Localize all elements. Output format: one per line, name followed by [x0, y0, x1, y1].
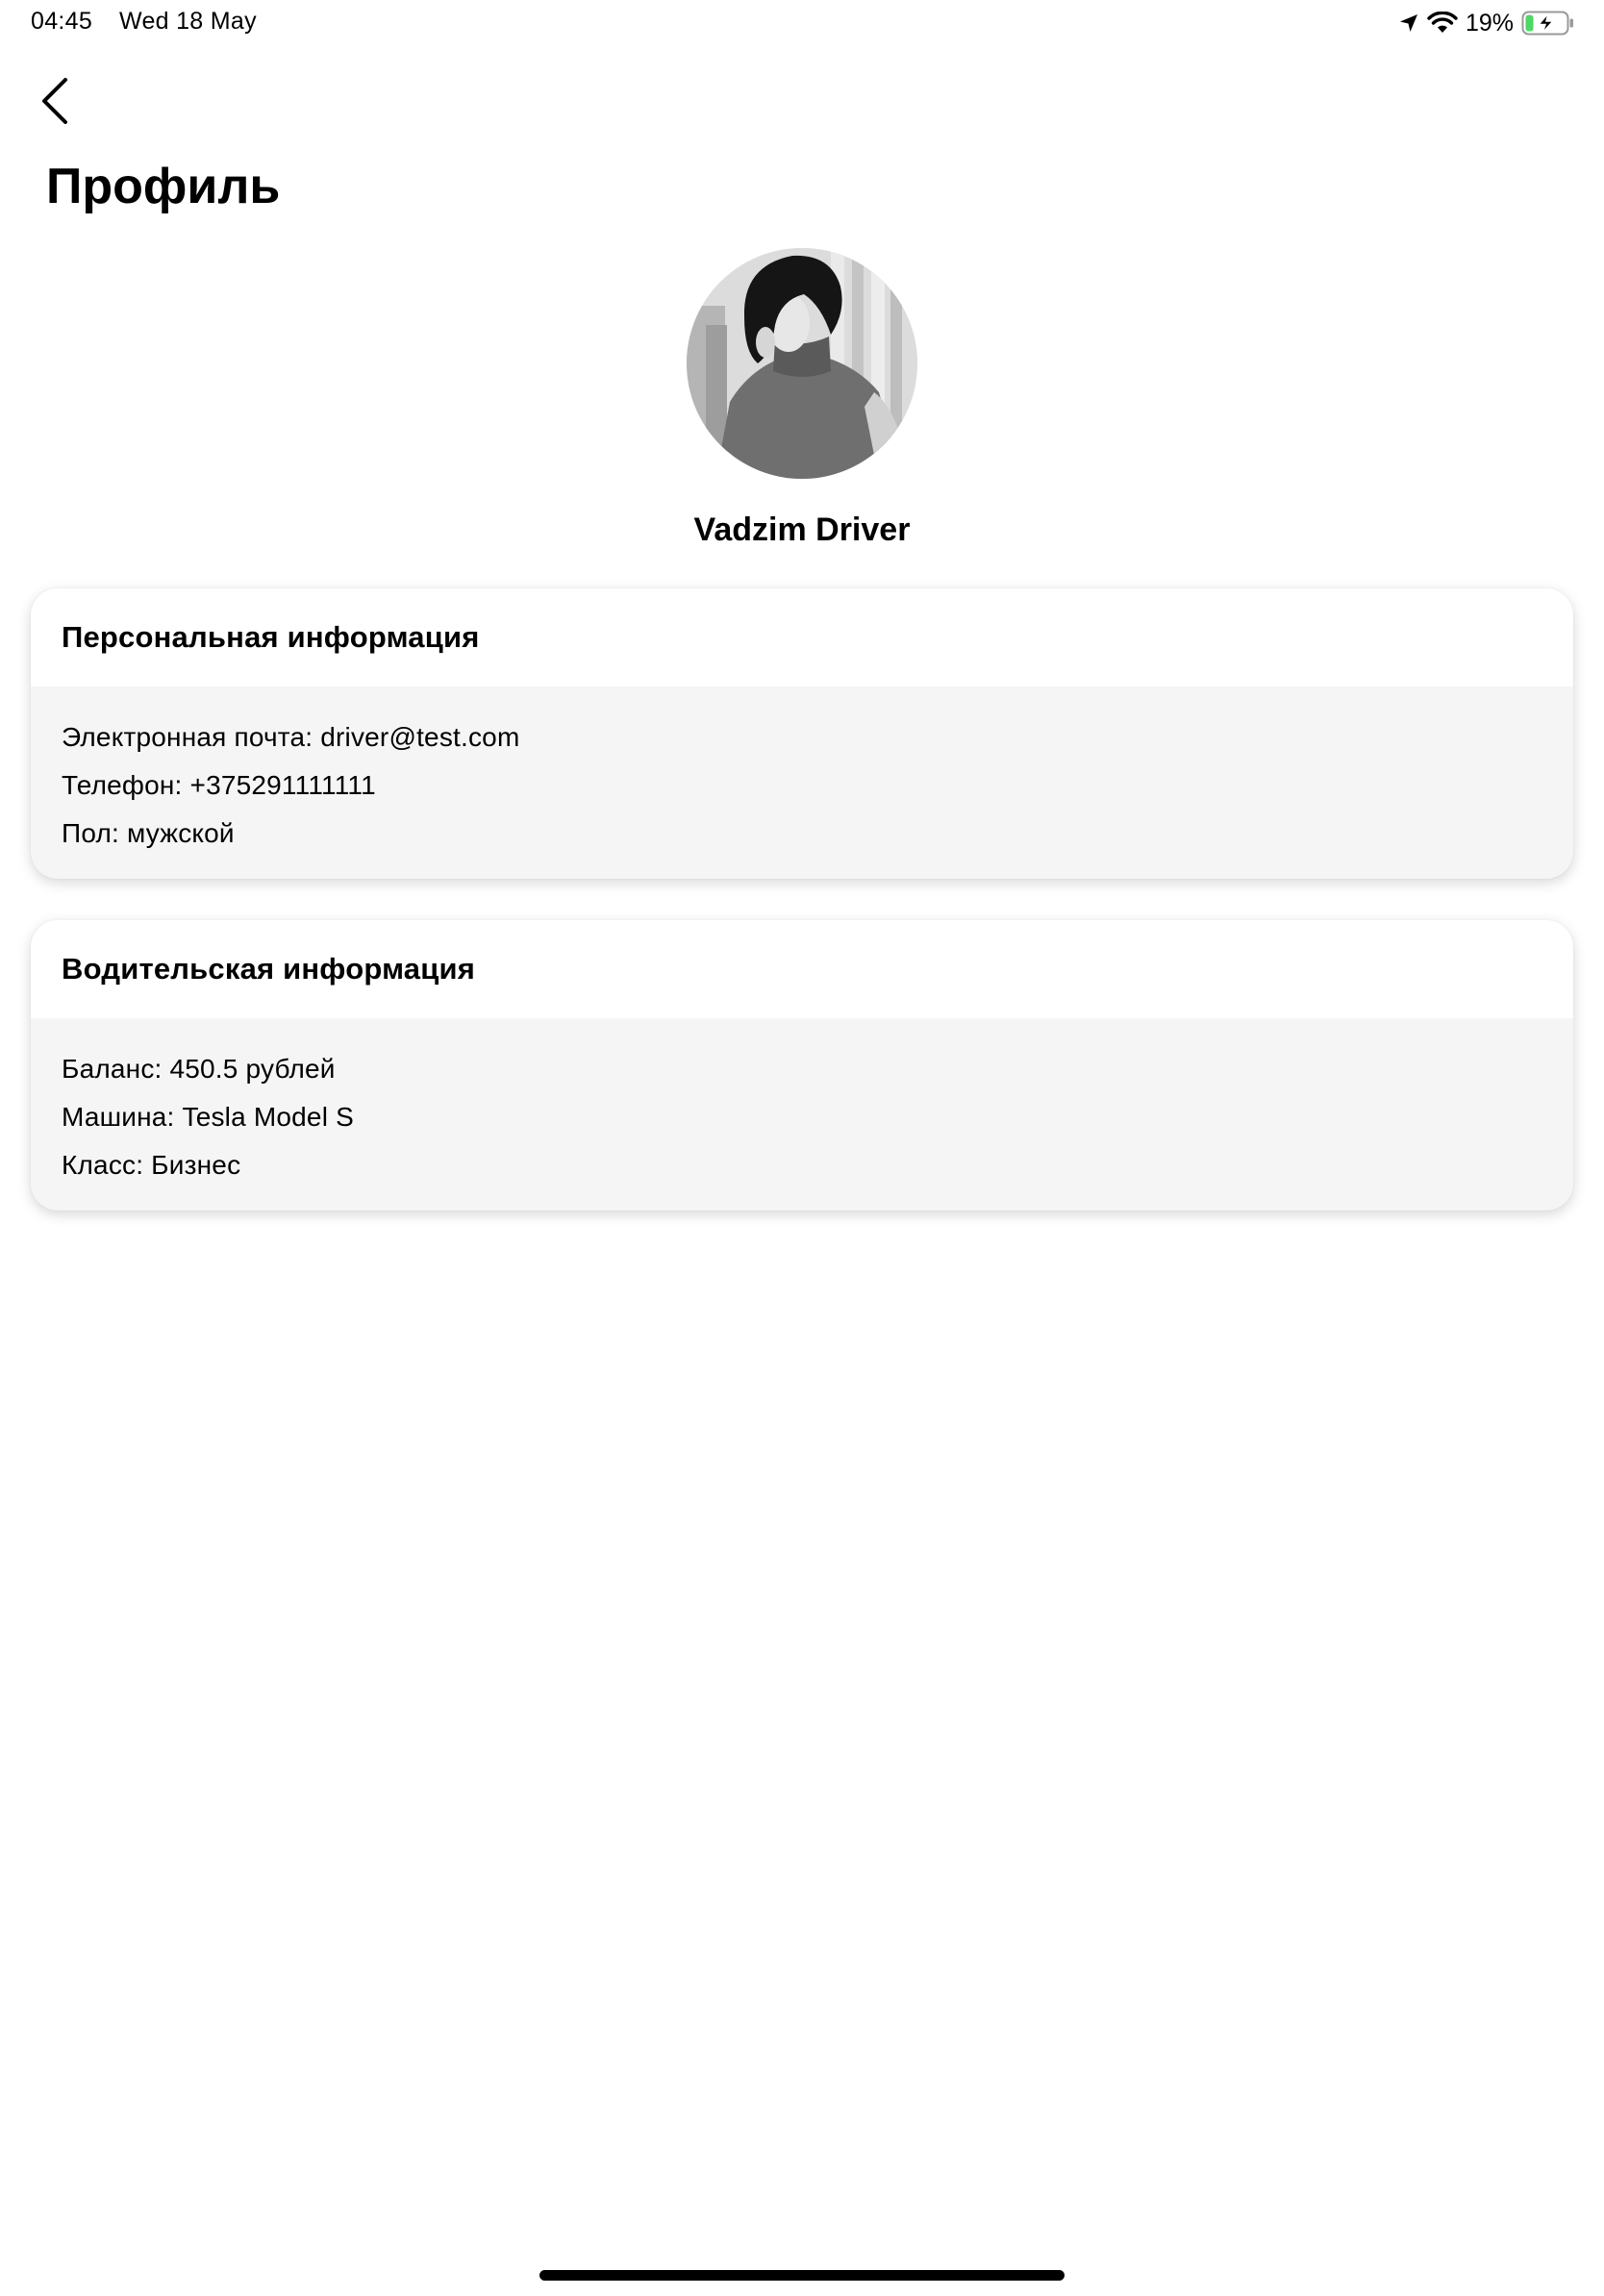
profile-name: Vadzim Driver [693, 512, 911, 548]
card-header: Водительская информация [31, 920, 1573, 1018]
car-row: Машина: Tesla Model S [62, 1102, 354, 1132]
home-indicator[interactable] [539, 2270, 1065, 2281]
balance-row: Баланс: 450.5 рублей [62, 1054, 336, 1084]
status-indicators: 19% [1398, 6, 1575, 40]
card-title: Водительская информация [62, 952, 476, 986]
avatar [687, 248, 917, 479]
driver-info-card: Водительская информация Баланс: 450.5 ру… [31, 920, 1573, 1210]
page-title: Профиль [46, 159, 281, 214]
battery-charging-icon [1521, 11, 1575, 36]
phone-row: Телефон: +375291111111 [62, 770, 376, 800]
card-body: Электронная почта: driver@test.com Телеф… [31, 686, 1573, 879]
back-button[interactable] [37, 75, 75, 127]
card-title: Персональная информация [62, 620, 480, 654]
status-bar: 04:45 Wed 18 May 19% [0, 0, 1604, 46]
chevron-left-icon [42, 78, 67, 124]
status-date: Wed 18 May [119, 8, 257, 35]
location-arrow-icon [1398, 12, 1419, 34]
email-row: Электронная почта: driver@test.com [62, 722, 520, 752]
gender-row: Пол: мужской [62, 818, 235, 848]
card-body: Баланс: 450.5 рублей Машина: Tesla Model… [31, 1018, 1573, 1210]
wifi-icon [1427, 12, 1458, 35]
class-row: Класс: Бизнес [62, 1150, 241, 1180]
status-time: 04:45 [31, 8, 93, 35]
personal-info-card: Персональная информация Электронная почт… [31, 588, 1573, 879]
card-header: Персональная информация [31, 588, 1573, 686]
battery-percent: 19% [1465, 9, 1514, 37]
